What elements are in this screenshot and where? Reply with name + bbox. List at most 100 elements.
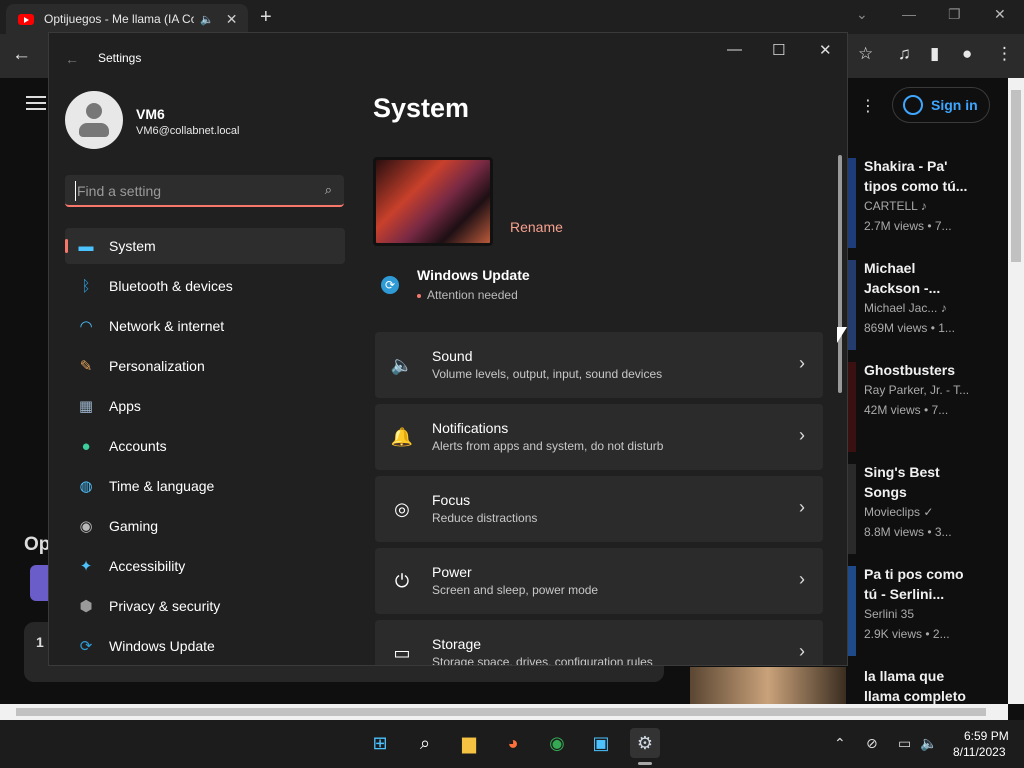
account-icon [903,95,923,115]
maximize-button[interactable]: ☐ [772,41,785,59]
focus-card[interactable]: ◎ Focus Reduce distractions › [375,476,823,542]
volume-icon[interactable]: 🔈 [920,735,937,752]
tab-search-icon[interactable]: ⌄ [856,6,868,23]
accessibility-icon: ✦ [79,558,93,575]
page-title: System [373,93,470,123]
new-tab-button[interactable]: + [260,6,272,29]
youtube-icon [18,13,34,25]
sidebar-item-label: Windows Update [109,638,215,654]
sidebar-item-accessibility[interactable]: ✦ Accessibility [65,548,345,584]
sidebar-item-label: Gaming [109,518,159,534]
search-box[interactable]: ⌕ [65,175,344,207]
close-button[interactable]: ✕ [819,41,832,59]
windows-update-title[interactable]: Windows Update [417,267,530,283]
video-thumbnail[interactable] [690,667,846,707]
display-icon[interactable]: ▭ [898,735,911,752]
storage-card[interactable]: ▭ Storage Storage space, drives, configu… [375,620,823,665]
minimize-button[interactable]: — [727,41,742,58]
search-input[interactable] [75,181,305,201]
browser-close-button[interactable]: ✕ [994,6,1006,23]
page-vertical-scrollbar[interactable] [1008,78,1024,704]
tab-title: Optijuegos - Me llama (IA Co [44,12,194,26]
youtube-more-icon[interactable]: ⋮ [860,96,876,116]
video-title: Michael Jackson -... [864,260,941,296]
side-panel-icon[interactable]: ▮ [930,44,939,64]
firefox-icon[interactable]: ◕ [498,728,528,758]
search-icon[interactable]: ⌕ [410,728,440,758]
clock-time[interactable]: 6:59 PM [964,729,1009,743]
settings-scrollbar[interactable] [837,143,843,663]
notifications-card[interactable]: 🔔 Notifications Alerts from apps and sys… [375,404,823,470]
mouse-cursor [837,327,847,343]
sidebar-item-gaming[interactable]: ◉ Gaming [65,508,345,544]
recommended-video[interactable]: Shakira - Pa' tipos como tú... CARTELL ♪… [864,156,974,236]
apps-icon: ▦ [78,398,94,415]
browser-back-icon[interactable]: ← [12,44,31,66]
store-icon[interactable]: ▣ [586,728,616,758]
video-thumbnail[interactable] [848,158,856,248]
avatar[interactable] [65,91,123,149]
browser-tab[interactable]: Optijuegos - Me llama (IA Co 🔈 ✕ [6,4,248,34]
tray-chevron-icon[interactable]: ⌃ [834,735,846,752]
back-arrow-icon[interactable]: ← [65,51,79,67]
settings-icon[interactable]: ⚙ [630,728,660,758]
recommended-video[interactable]: Pa ti pos como tú - Serlini... Serlini 3… [864,564,974,644]
video-channel: CARTELL ♪ [864,199,927,213]
sound-card[interactable]: 🔈 Sound Volume levels, output, input, so… [375,332,823,398]
accounts-icon: ● [81,437,91,455]
bookmark-star-icon[interactable]: ☆ [858,44,873,64]
desktop-wallpaper-preview[interactable] [373,157,493,246]
card-title: Storage [432,636,482,652]
browser-restore-button[interactable]: ❐ [948,6,961,23]
video-thumbnail[interactable] [848,260,856,350]
card-description: Screen and sleep, power mode [432,583,599,597]
video-channel: Michael Jac... ♪ [864,301,947,315]
video-meta: 2.7M views • 7... [864,219,952,233]
sidebar-item-privacy[interactable]: ⬢ Privacy & security [65,588,345,624]
scrollbar-thumb[interactable] [838,155,842,393]
sidebar-item-system[interactable]: ▬ System [65,228,345,264]
scrollbar-thumb[interactable] [16,708,986,716]
recommended-video[interactable]: Ghostbusters Ray Parker, Jr. - T... 42M … [864,360,974,420]
chrome-icon[interactable]: ◉ [542,728,572,758]
recommended-video[interactable]: Michael Jackson -... Michael Jac... ♪ 86… [864,258,974,338]
tab-audio-icon[interactable]: 🔈 [200,13,214,26]
video-thumbnail[interactable] [848,566,856,656]
clock-date[interactable]: 8/11/2023 [953,745,1006,759]
active-app-indicator [638,762,652,765]
sidebar-item-network[interactable]: ◠ Network & internet [65,308,345,344]
rename-link[interactable]: Rename [510,219,563,235]
start-icon[interactable]: ⊞ [365,728,395,758]
sidebar-item-bluetooth[interactable]: ᛒ Bluetooth & devices [65,268,345,304]
wifi-icon: ◠ [79,318,93,335]
card-title: Sound [432,348,473,364]
network-icon[interactable]: ⊘ [866,735,878,752]
sidebar-item-time-language[interactable]: ◍ Time & language [65,468,345,504]
recommended-video[interactable]: la llama que llama completo [864,666,974,706]
sidebar-item-accounts[interactable]: ● Accounts [65,428,345,464]
file-explorer-icon[interactable]: ▆ [454,728,484,758]
settings-window: ← Settings — ☐ ✕ VM6 VM6@collabnet.local… [48,32,848,666]
hamburger-menu-icon[interactable] [26,96,46,114]
browser-menu-icon[interactable]: ⋮ [996,44,1013,64]
window-title: Settings [98,51,142,65]
video-meta: 8.8M views • 3... [864,525,952,539]
sidebar-item-personalization[interactable]: ✎ Personalization [65,348,345,384]
recommended-video[interactable]: Sing's Best Songs Movieclips ✓ 8.8M view… [864,462,974,542]
sidebar-item-apps[interactable]: ▦ Apps [65,388,345,424]
browser-minimize-button[interactable]: — [902,6,916,22]
power-card[interactable]: ⏻ Power Screen and sleep, power mode › [375,548,823,614]
sidebar-item-label: Apps [109,398,141,414]
profile-icon[interactable]: ● [962,44,972,64]
scrollbar-thumb[interactable] [1011,90,1021,262]
sign-in-button[interactable]: Sign in [892,87,990,123]
shield-icon: ⬢ [79,598,93,615]
page-horizontal-scrollbar[interactable] [0,704,1008,720]
tab-close-icon[interactable]: ✕ [226,11,238,28]
video-thumbnail[interactable] [848,464,856,554]
search-icon[interactable]: ⌕ [325,182,332,198]
media-control-icon[interactable]: ♫ [898,44,911,64]
card-title: Notifications [432,420,509,436]
sidebar-item-windows-update[interactable]: ⟳ Windows Update [65,628,345,664]
video-thumbnail[interactable] [848,362,856,452]
